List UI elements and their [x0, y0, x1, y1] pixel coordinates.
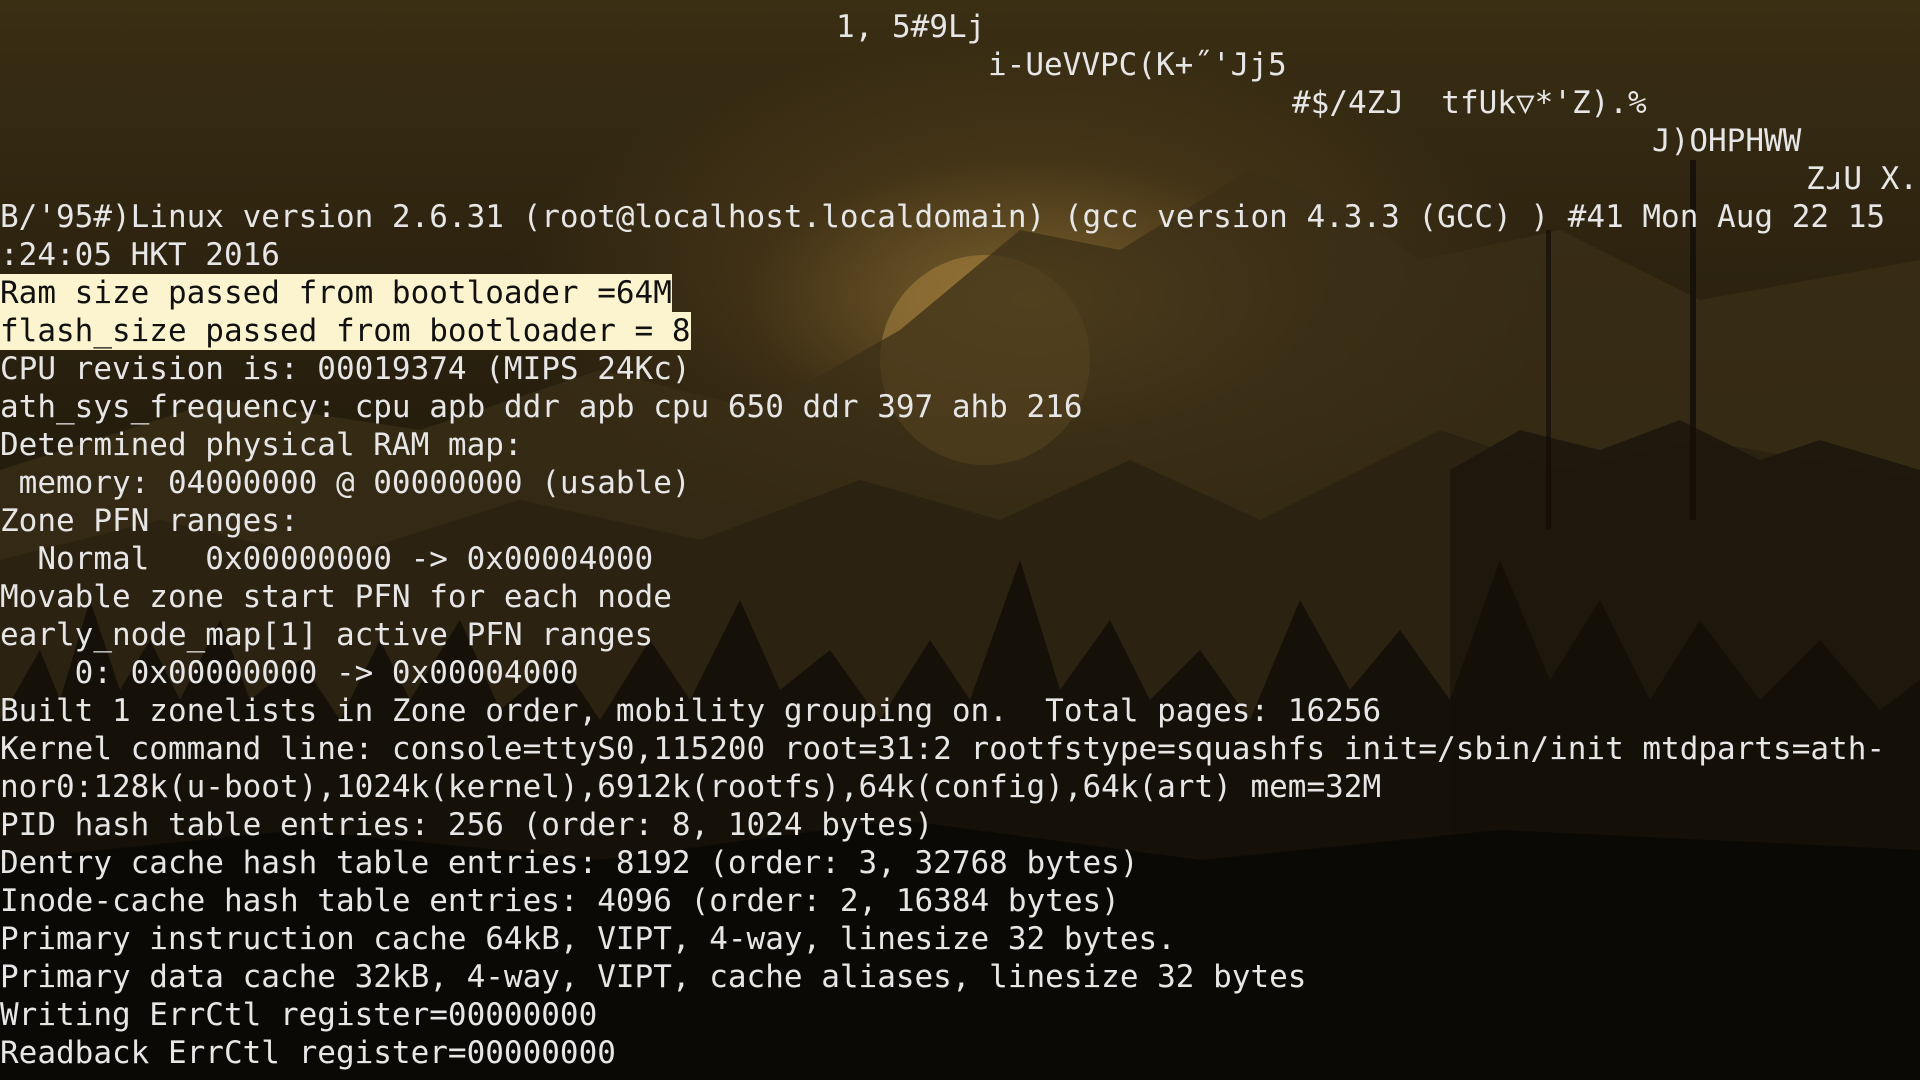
terminal-output[interactable]: 1, 5#9Lj i-UeVVPC(K+˝'Jj5 #$/4ZJ tfUk▽*'… [0, 8, 1920, 1080]
garbled-line-2: i-UeVVPC(K+˝'Jj5 [988, 47, 1287, 83]
node-map-line: early_node_map[1] active PFN ranges [0, 617, 654, 653]
normal-zone-line: Normal 0x00000000 -> 0x00004000 [0, 541, 654, 577]
garbled-line-4: J)OHPHWW [1652, 123, 1802, 159]
sys-frequency-line: ath_sys_frequency: cpu apb ddr apb cpu 6… [0, 389, 1083, 425]
ram-map-line: Determined physical RAM map: [0, 427, 523, 463]
pid-hash-line: PID hash table entries: 256 (order: 8, 1… [0, 807, 934, 843]
cmdline-line-cont: nor0:128k(u-boot),1024k(kernel),6912k(ro… [0, 769, 1382, 805]
errctl-read-line: Readback ErrCtl register=00000000 [0, 1035, 616, 1071]
garbled-line-1: 1, 5#9Lj [836, 9, 986, 45]
errctl-write-line: Writing ErrCtl register=00000000 [0, 997, 598, 1033]
icache-line: Primary instruction cache 64kB, VIPT, 4-… [0, 921, 1176, 957]
inode-cache-line: Inode-cache hash table entries: 4096 (or… [0, 883, 1120, 919]
zone-pfn-line: Zone PFN ranges: [0, 503, 299, 539]
movable-zone-line: Movable zone start PFN for each node [0, 579, 672, 615]
garbled-line-3: #$/4ZJ tfUk▽*'Z).% [1292, 85, 1647, 121]
cpu-revision-line: CPU revision is: 00019374 (MIPS 24Kc) [0, 351, 691, 387]
dentry-cache-line: Dentry cache hash table entries: 8192 (o… [0, 845, 1139, 881]
zonelists-line: Built 1 zonelists in Zone order, mobilit… [0, 693, 1382, 729]
kernel-version-line-cont: :24:05 HKT 2016 [0, 237, 280, 273]
kernel-version-line: B/'95#)Linux version 2.6.31 (root@localh… [0, 199, 1886, 235]
ram-size-line: Ram size passed from bootloader =64M [0, 274, 1920, 312]
cmdline-line: Kernel command line: console=ttyS0,11520… [0, 731, 1886, 767]
dcache-line: Primary data cache 32kB, 4-way, VIPT, ca… [0, 959, 1307, 995]
selected-text: Ram size passed from bootloader =64M [0, 274, 672, 312]
memory-line: memory: 04000000 @ 00000000 (usable) [0, 465, 691, 501]
selected-text: flash_size passed from bootloader = 8 [0, 312, 691, 350]
garbled-line-5: ZɹU X. [1806, 161, 1918, 197]
pfn-range-line: 0: 0x00000000 -> 0x00004000 [0, 655, 579, 691]
flash-size-line: flash_size passed from bootloader = 8 [0, 312, 1920, 350]
